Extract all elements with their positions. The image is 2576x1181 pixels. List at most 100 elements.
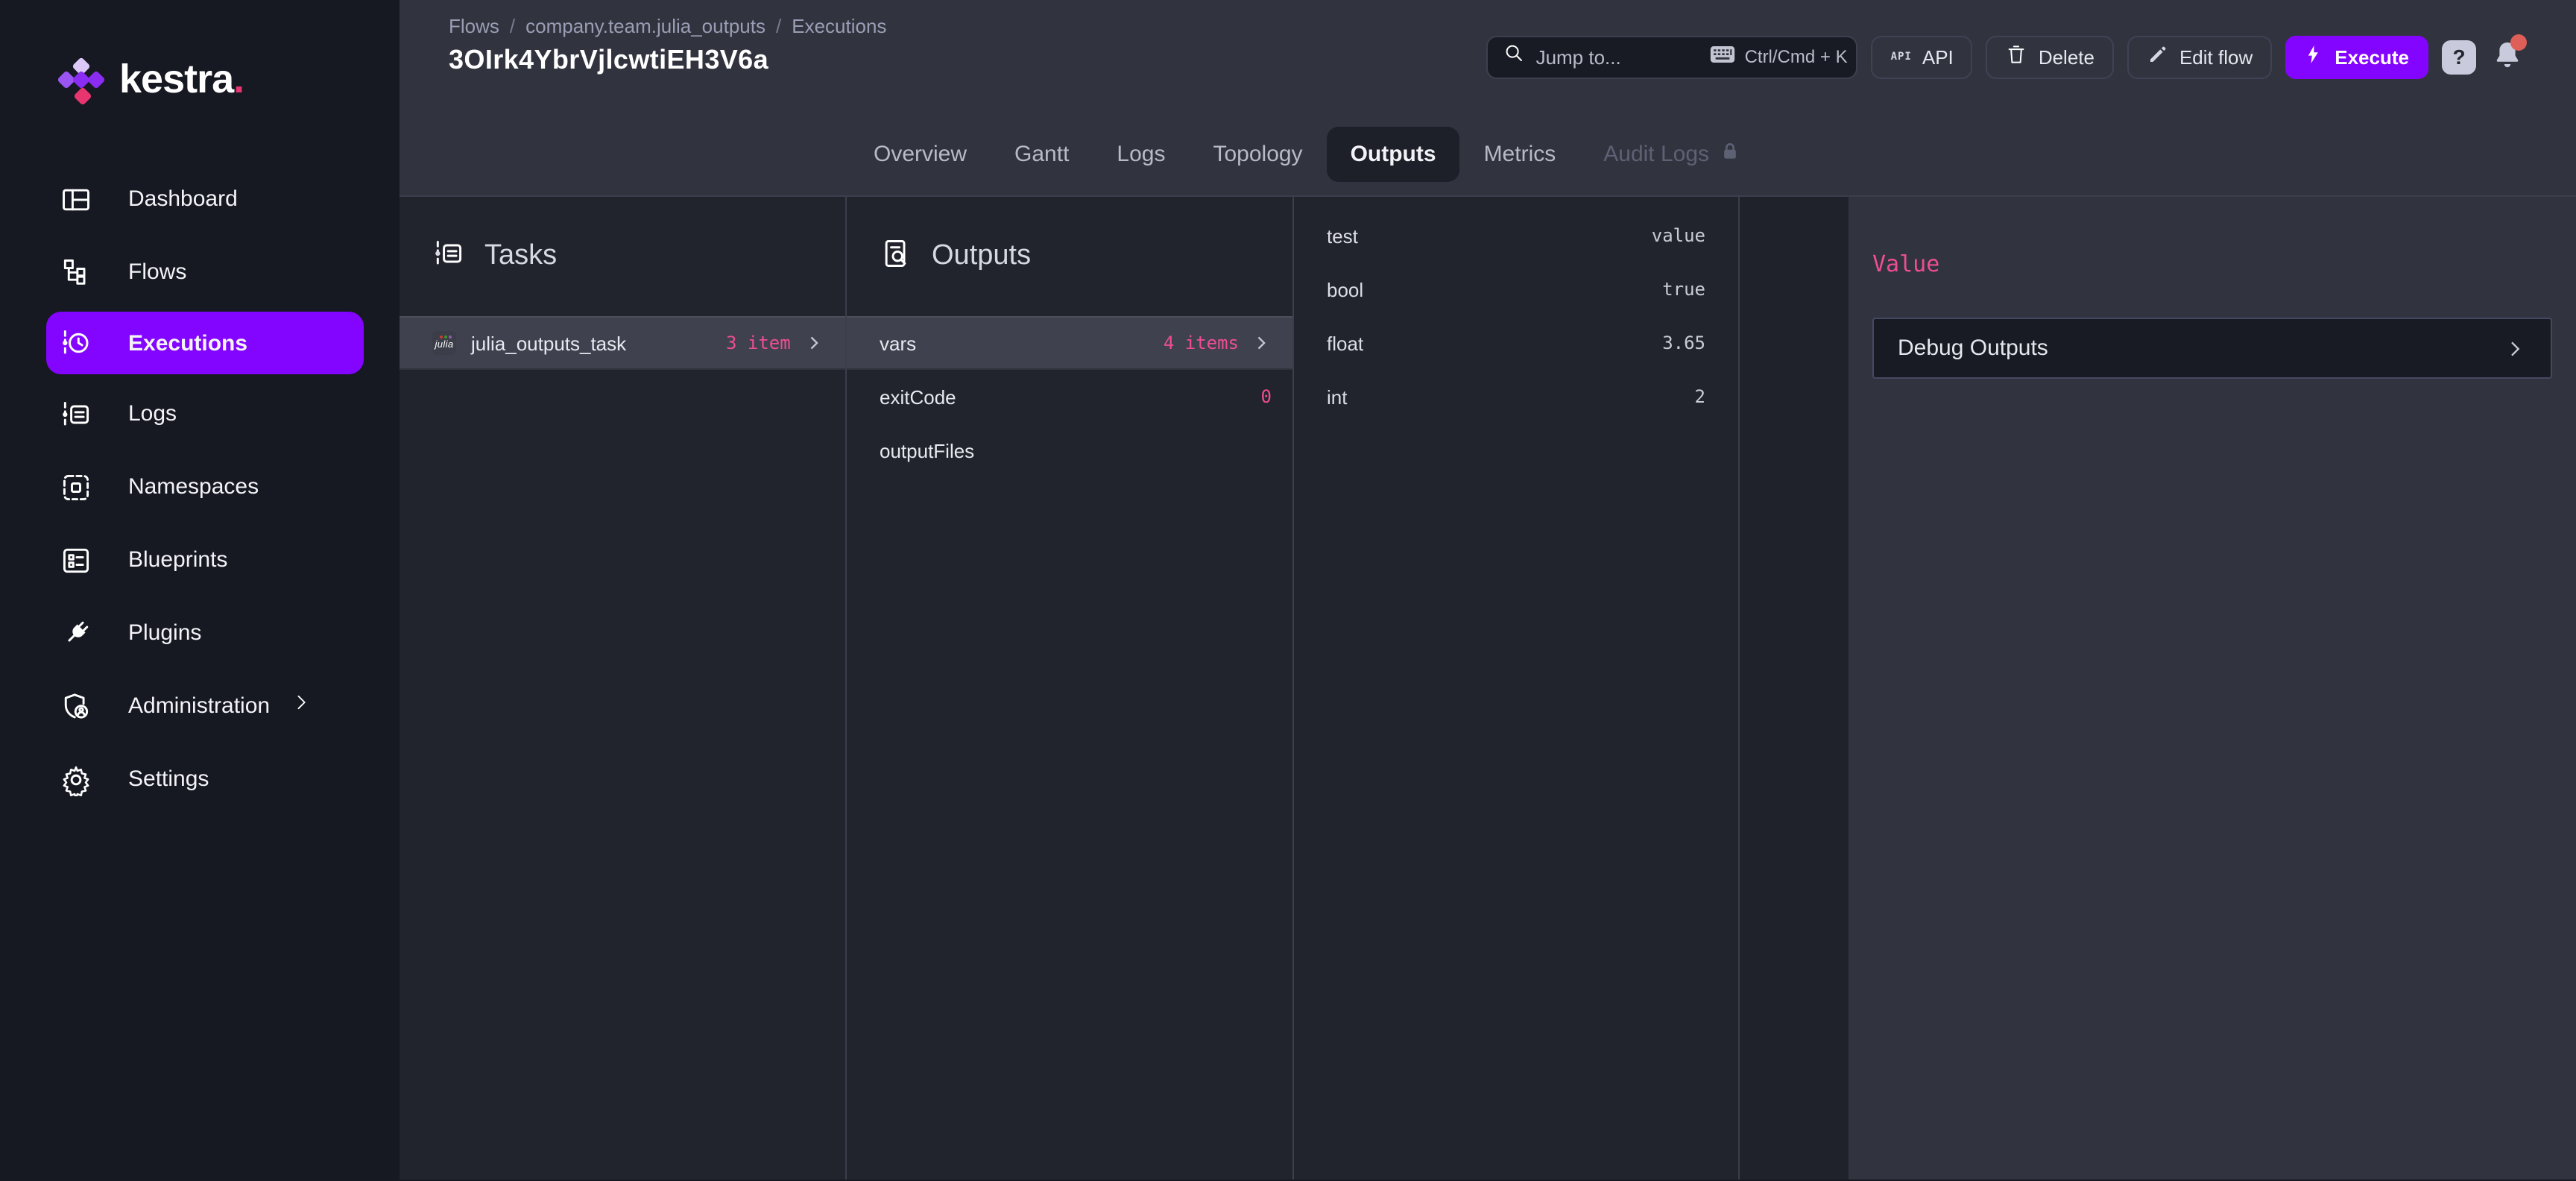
sidebar-item-executions[interactable]: Executions bbox=[46, 312, 364, 374]
output-label: exitCode bbox=[880, 385, 956, 408]
jump-to-search[interactable]: Ctrl/Cmd + K bbox=[1487, 35, 1858, 78]
next-column-placeholder bbox=[1740, 197, 1849, 1180]
output-items-badge: 4 items bbox=[1164, 333, 1239, 353]
breadcrumb-namespace[interactable]: company.team.julia_outputs bbox=[525, 15, 765, 37]
top-actions: Ctrl/Cmd + K API API Delete bbox=[1487, 0, 2525, 113]
sidebar-item-namespaces[interactable]: Namespaces bbox=[0, 450, 400, 523]
breadcrumb-separator: / bbox=[510, 15, 515, 37]
tab-label: Audit Logs bbox=[1603, 142, 1709, 167]
breadcrumb-flows[interactable]: Flows bbox=[449, 15, 499, 37]
output-value-badge: 0 bbox=[1261, 386, 1272, 407]
search-shortcut: Ctrl/Cmd + K bbox=[1711, 45, 1848, 69]
outputs-explorer: Tasks julia julia_outputs_task 3 items bbox=[400, 197, 2576, 1180]
kestra-app: kestra. Dashboard Flows Executions bbox=[0, 0, 2576, 1181]
execute-button[interactable]: Execute bbox=[2285, 35, 2428, 78]
var-row-float[interactable]: float 3.65 bbox=[1294, 316, 1738, 370]
pencil-icon bbox=[2147, 43, 2169, 70]
help-button[interactable]: ? bbox=[2442, 40, 2476, 74]
trash-icon bbox=[2006, 43, 2028, 70]
tab-audit-logs[interactable]: Audit Logs bbox=[1579, 127, 1763, 182]
sidebar-item-logs[interactable]: Logs bbox=[0, 377, 400, 450]
top-bar: Flows / company.team.julia_outputs / Exe… bbox=[400, 0, 2576, 113]
outputs-list: vars 4 items exitCode 0 outputFiles bbox=[847, 316, 1292, 477]
tab-label: Topology bbox=[1213, 142, 1302, 167]
value-panel: Value Debug Outputs bbox=[1849, 197, 2576, 1180]
output-label: outputFiles bbox=[880, 439, 974, 462]
search-icon bbox=[1503, 42, 1526, 72]
var-row-test[interactable]: test value bbox=[1294, 209, 1738, 262]
sidebar: kestra. Dashboard Flows Executions bbox=[0, 0, 400, 1181]
sidebar-item-administration[interactable]: Administration bbox=[0, 670, 400, 743]
namespaces-icon bbox=[60, 470, 92, 503]
tab-label: Metrics bbox=[1484, 142, 1556, 167]
var-row-bool[interactable]: bool true bbox=[1294, 262, 1738, 316]
executions-icon bbox=[60, 327, 92, 359]
kestra-logo[interactable]: kestra. bbox=[0, 0, 400, 103]
sidebar-item-label: Logs bbox=[128, 401, 177, 426]
tasks-panel-header: Tasks bbox=[400, 197, 845, 316]
task-row-julia-outputs-task[interactable]: julia julia_outputs_task 3 items bbox=[400, 316, 845, 370]
tab-gantt[interactable]: Gantt bbox=[991, 127, 1093, 182]
flows-icon bbox=[60, 256, 92, 289]
lightning-bolt-icon bbox=[2305, 43, 2324, 70]
tab-label: Gantt bbox=[1014, 142, 1069, 167]
execute-button-label: Execute bbox=[2334, 45, 2409, 68]
breadcrumb-executions[interactable]: Executions bbox=[792, 15, 886, 37]
logs-icon bbox=[60, 397, 92, 430]
tasks-icon bbox=[432, 236, 465, 277]
chevron-right-icon bbox=[1251, 333, 1272, 353]
shortcut-label: Ctrl/Cmd + K bbox=[1745, 46, 1848, 67]
edit-flow-button-label: Edit flow bbox=[2179, 45, 2253, 68]
plugins-icon bbox=[60, 617, 92, 649]
var-row-int[interactable]: int 2 bbox=[1294, 370, 1738, 423]
vars-list: test value bool true float 3.65 int 2 bbox=[1294, 197, 1738, 423]
tab-label: Outputs bbox=[1351, 142, 1436, 167]
tab-logs[interactable]: Logs bbox=[1093, 127, 1189, 182]
sidebar-item-plugins[interactable]: Plugins bbox=[0, 596, 400, 670]
var-value: 2 bbox=[1695, 386, 1705, 407]
sidebar-item-label: Blueprints bbox=[128, 547, 227, 573]
var-key: test bbox=[1327, 224, 1358, 247]
kestra-logo-icon bbox=[60, 57, 104, 102]
task-items-badge: 3 items bbox=[726, 333, 792, 353]
sidebar-item-blueprints[interactable]: Blueprints bbox=[0, 523, 400, 596]
delete-button-label: Delete bbox=[2039, 45, 2094, 68]
keyboard-icon bbox=[1711, 45, 1736, 69]
outputs-icon bbox=[880, 236, 912, 277]
output-row-vars[interactable]: vars 4 items bbox=[847, 316, 1292, 370]
lock-icon bbox=[1720, 142, 1739, 167]
tab-metrics[interactable]: Metrics bbox=[1460, 127, 1580, 182]
tab-outputs[interactable]: Outputs bbox=[1327, 127, 1460, 182]
settings-icon bbox=[60, 763, 92, 796]
task-label: julia_outputs_task bbox=[471, 332, 626, 354]
api-button-label: API bbox=[1922, 45, 1954, 68]
execution-tabs: Overview Gantt Logs Topology Outputs Met… bbox=[400, 113, 2576, 197]
breadcrumb: Flows / company.team.julia_outputs / Exe… bbox=[449, 15, 886, 37]
tab-topology[interactable]: Topology bbox=[1189, 127, 1326, 182]
edit-flow-button[interactable]: Edit flow bbox=[2127, 35, 2272, 78]
search-input[interactable] bbox=[1536, 45, 1700, 68]
value-panel-title: Value bbox=[1872, 251, 2552, 277]
debug-outputs-button[interactable]: Debug Outputs bbox=[1872, 318, 2552, 379]
sidebar-item-flows[interactable]: Flows bbox=[0, 236, 400, 309]
delete-button[interactable]: Delete bbox=[1986, 35, 2114, 78]
notifications-button[interactable] bbox=[2490, 37, 2525, 76]
var-value: value bbox=[1652, 225, 1705, 246]
sidebar-item-dashboard[interactable]: Dashboard bbox=[0, 163, 400, 236]
sidebar-item-settings[interactable]: Settings bbox=[0, 743, 400, 816]
output-row-outputfiles[interactable]: outputFiles bbox=[847, 423, 1292, 477]
chevron-right-icon bbox=[2503, 336, 2527, 360]
chevron-right-icon bbox=[804, 333, 824, 353]
api-button[interactable]: API API bbox=[1872, 35, 1973, 78]
tab-overview[interactable]: Overview bbox=[850, 127, 991, 182]
debug-outputs-label: Debug Outputs bbox=[1898, 336, 2048, 361]
notification-dot bbox=[2510, 34, 2527, 51]
sidebar-nav: Dashboard Flows Executions Logs bbox=[0, 163, 400, 816]
var-key: int bbox=[1327, 385, 1347, 408]
kestra-logo-text: kestra. bbox=[119, 57, 244, 103]
output-row-exitcode[interactable]: exitCode 0 bbox=[847, 370, 1292, 423]
var-key: bool bbox=[1327, 278, 1363, 300]
outputs-panel-header: Outputs bbox=[847, 197, 1292, 316]
breadcrumb-separator: / bbox=[776, 15, 781, 37]
api-icon: API bbox=[1891, 51, 1912, 63]
